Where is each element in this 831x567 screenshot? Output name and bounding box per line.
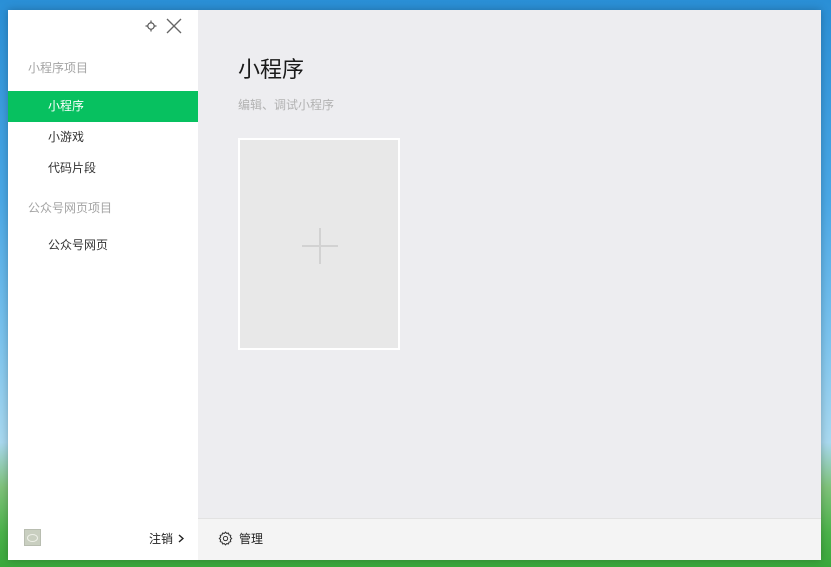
avatar-image [27, 534, 38, 542]
gear-icon [218, 531, 233, 546]
new-project-card[interactable] [238, 138, 400, 350]
manage-button[interactable]: 管理 [218, 530, 263, 547]
logout-button[interactable]: 注销 [149, 530, 184, 547]
desktop-background: 小程序项目 小程序 小游戏 代码片段 公众号网页项目 公众号网页 注销 小程序 … [0, 0, 831, 567]
page-subtitle: 编辑、调试小程序 [238, 98, 335, 112]
logout-label: 注销 [148, 532, 173, 546]
sidebar-item-minigame[interactable]: 小游戏 [8, 122, 198, 153]
settings-icon[interactable] [144, 19, 158, 33]
window-controls [144, 16, 184, 36]
plus-icon [302, 228, 338, 264]
sidebar-item-official-account-web[interactable]: 公众号网页 [8, 230, 198, 261]
page-title: 小程序 [238, 58, 305, 83]
sidebar-item-code-snippets[interactable]: 代码片段 [8, 153, 198, 184]
sidebar-footer: 注销 [8, 518, 198, 560]
avatar[interactable] [24, 529, 41, 546]
manage-label: 管理 [239, 532, 264, 546]
section-miniprogram-projects: 小程序项目 [28, 61, 89, 75]
bottom-bar: 管理 [198, 518, 821, 560]
sidebar: 小程序项目 小程序 小游戏 代码片段 公众号网页项目 公众号网页 注销 [8, 10, 198, 560]
sidebar-item-miniprogram[interactable]: 小程序 [8, 91, 198, 122]
section-official-account-projects: 公众号网页项目 [28, 201, 113, 215]
main-panel: 小程序 编辑、调试小程序 管理 [198, 10, 821, 560]
project-select-window: 小程序项目 小程序 小游戏 代码片段 公众号网页项目 公众号网页 注销 小程序 … [8, 10, 821, 560]
chevron-right-icon [178, 534, 184, 543]
close-icon[interactable] [164, 16, 184, 36]
